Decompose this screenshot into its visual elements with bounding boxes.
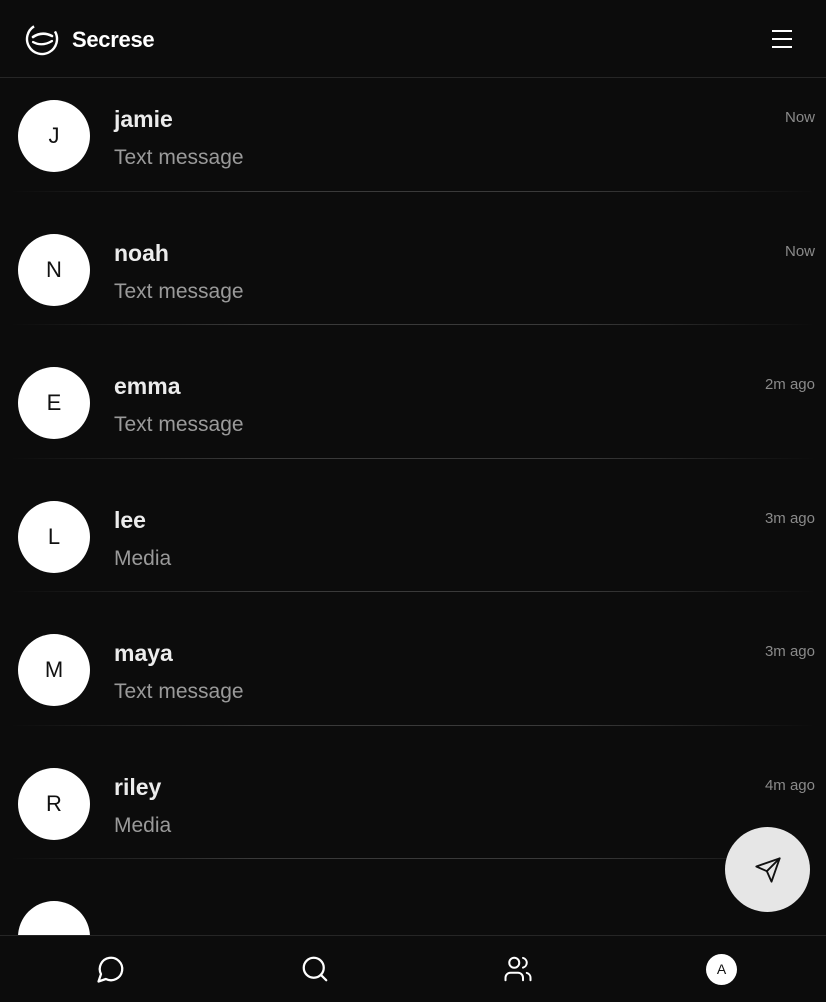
contact-name: riley: [114, 773, 162, 800]
conversation-row[interactable]: M maya Text message 3m ago: [0, 592, 826, 726]
message-time: 2m ago: [764, 376, 815, 393]
avatar: M: [18, 634, 90, 706]
message-time: Now: [784, 242, 815, 260]
top-header: Secrese: [0, 0, 826, 78]
users-icon[interactable]: [503, 954, 533, 984]
message-preview: Media: [114, 546, 172, 570]
hamburger-menu-icon[interactable]: [766, 26, 798, 54]
avatar: N: [18, 233, 90, 306]
message-time: 3m ago: [764, 643, 815, 660]
message-time: Now: [784, 109, 815, 126]
avatar: E: [18, 367, 90, 439]
message-time: 4m ago: [764, 776, 815, 794]
brand-name: Secrese: [72, 27, 155, 52]
message-preview: Text message: [114, 279, 244, 303]
brand-logo-icon: [25, 22, 59, 56]
message-time: 3m ago: [764, 509, 815, 527]
bottom-navigation: A: [0, 935, 826, 1002]
conversation-row[interactable]: L lee Media 3m ago: [0, 459, 826, 592]
message-preview: Media: [114, 813, 172, 837]
contact-name: jamie: [114, 106, 173, 132]
contact-name: noah: [114, 239, 169, 266]
avatar: [18, 901, 90, 935]
conversation-row[interactable]: [0, 859, 826, 935]
avatar: R: [18, 767, 90, 840]
conversation-row[interactable]: R riley Media 4m ago: [0, 726, 826, 859]
conversation-row[interactable]: J jamie Text message Now: [0, 79, 826, 192]
chat-icon[interactable]: [96, 954, 126, 984]
conversation-list: J jamie Text message Now N noah Text mes…: [0, 79, 826, 935]
send-icon: [755, 857, 781, 883]
contact-name: emma: [114, 373, 181, 399]
conversation-row[interactable]: E emma Text message 2m ago: [0, 325, 826, 459]
avatar: J: [18, 100, 90, 172]
contact-name: maya: [114, 640, 173, 666]
avatar: L: [18, 500, 90, 573]
conversation-row[interactable]: N noah Text message Now: [0, 192, 826, 325]
profile-avatar[interactable]: A: [706, 954, 737, 985]
app-root: Secrese J jamie Text message Now N noah …: [0, 0, 826, 1002]
contact-name: lee: [114, 506, 146, 533]
message-preview: Text message: [114, 146, 244, 169]
message-preview: Text message: [114, 413, 244, 436]
new-message-button[interactable]: [725, 827, 810, 912]
search-icon[interactable]: [300, 954, 330, 984]
message-preview: Text message: [114, 680, 244, 703]
